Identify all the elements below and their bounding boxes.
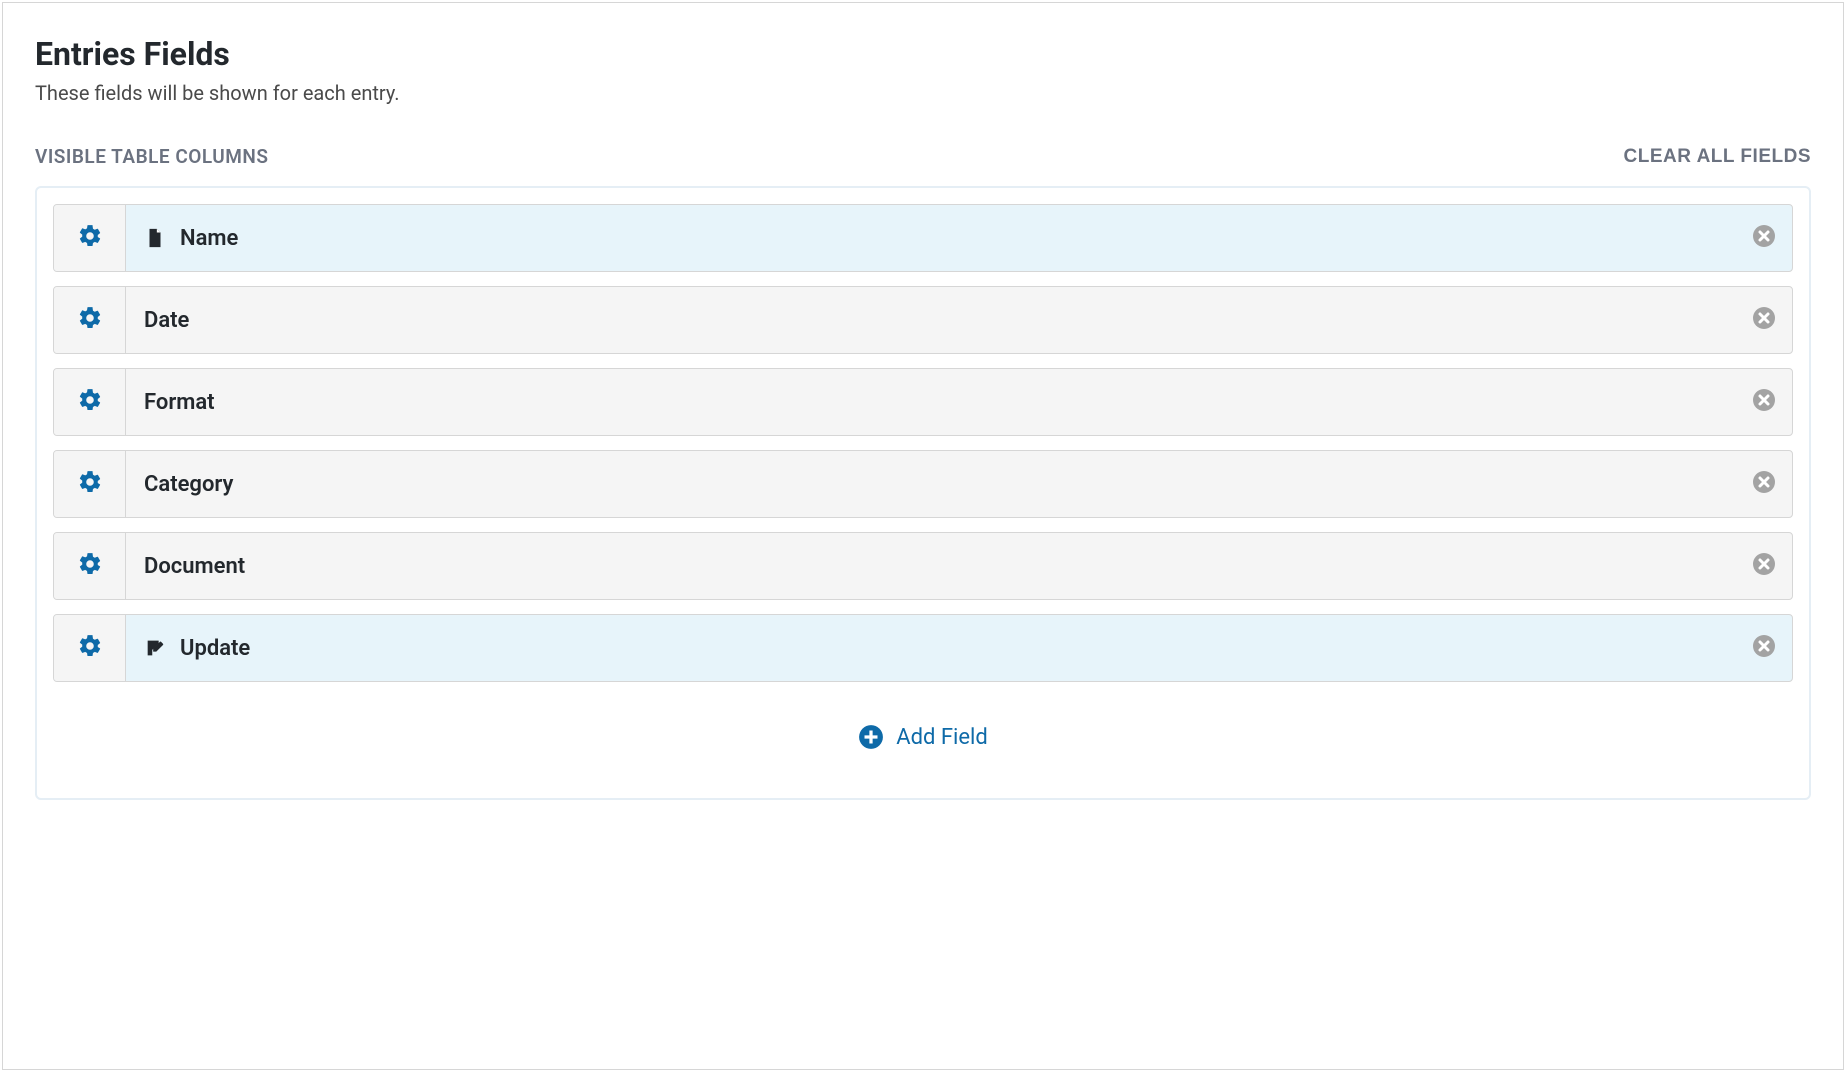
fields-list: Name Date Format Category Document Update Add… bbox=[35, 186, 1811, 800]
field-label-cell[interactable]: Date bbox=[126, 287, 1736, 353]
plus-circle-icon bbox=[858, 724, 884, 750]
visible-columns-label: VISIBLE TABLE COLUMNS bbox=[35, 145, 268, 168]
page-subtitle: These fields will be shown for each entr… bbox=[35, 81, 1811, 105]
remove-field-button[interactable] bbox=[1736, 451, 1792, 517]
field-row[interactable]: Document bbox=[53, 532, 1793, 600]
field-label-cell[interactable]: Document bbox=[126, 533, 1736, 599]
gear-icon bbox=[77, 305, 103, 335]
remove-field-button[interactable] bbox=[1736, 533, 1792, 599]
gear-icon bbox=[77, 387, 103, 417]
field-settings-button[interactable] bbox=[54, 287, 126, 353]
close-circle-icon bbox=[1752, 552, 1776, 580]
field-settings-button[interactable] bbox=[54, 369, 126, 435]
gear-icon bbox=[77, 551, 103, 581]
field-label: Date bbox=[144, 308, 189, 333]
gear-icon bbox=[77, 223, 103, 253]
field-label-cell[interactable]: Category bbox=[126, 451, 1736, 517]
field-settings-button[interactable] bbox=[54, 451, 126, 517]
field-settings-button[interactable] bbox=[54, 615, 126, 681]
field-label: Update bbox=[180, 636, 250, 661]
field-row[interactable]: Format bbox=[53, 368, 1793, 436]
field-row[interactable]: Category bbox=[53, 450, 1793, 518]
close-circle-icon bbox=[1752, 634, 1776, 662]
field-row[interactable]: Date bbox=[53, 286, 1793, 354]
add-field-button[interactable]: Add Field bbox=[53, 696, 1793, 782]
remove-field-button[interactable] bbox=[1736, 615, 1792, 681]
close-circle-icon bbox=[1752, 470, 1776, 498]
clear-all-fields-button[interactable]: CLEAR ALL FIELDS bbox=[1624, 146, 1811, 168]
remove-field-button[interactable] bbox=[1736, 287, 1792, 353]
close-circle-icon bbox=[1752, 388, 1776, 416]
close-circle-icon bbox=[1752, 224, 1776, 252]
field-label: Format bbox=[144, 390, 215, 415]
field-label-cell[interactable]: Name bbox=[126, 205, 1736, 271]
field-label-cell[interactable]: Format bbox=[126, 369, 1736, 435]
page-title: Entries Fields bbox=[35, 35, 1811, 73]
field-label: Document bbox=[144, 554, 245, 579]
remove-field-button[interactable] bbox=[1736, 369, 1792, 435]
edit-icon bbox=[144, 637, 166, 659]
close-circle-icon bbox=[1752, 306, 1776, 334]
section-header: VISIBLE TABLE COLUMNS CLEAR ALL FIELDS bbox=[35, 145, 1811, 168]
field-settings-button[interactable] bbox=[54, 533, 126, 599]
field-row[interactable]: Name bbox=[53, 204, 1793, 272]
field-label: Category bbox=[144, 472, 233, 497]
gear-icon bbox=[77, 469, 103, 499]
field-label: Name bbox=[180, 226, 238, 251]
add-field-label: Add Field bbox=[896, 725, 988, 750]
document-icon bbox=[144, 227, 166, 249]
field-row[interactable]: Update bbox=[53, 614, 1793, 682]
remove-field-button[interactable] bbox=[1736, 205, 1792, 271]
field-label-cell[interactable]: Update bbox=[126, 615, 1736, 681]
field-settings-button[interactable] bbox=[54, 205, 126, 271]
entries-fields-panel: Entries Fields These fields will be show… bbox=[2, 2, 1844, 1070]
gear-icon bbox=[77, 633, 103, 663]
